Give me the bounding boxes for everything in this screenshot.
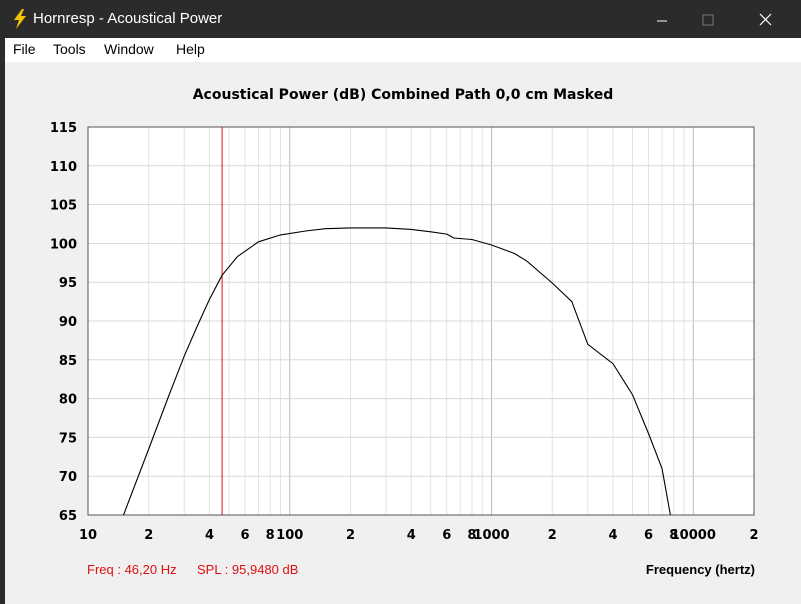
x-tick-label: 6	[644, 528, 653, 543]
x-tick-label: 2	[144, 528, 153, 543]
close-icon	[759, 13, 772, 26]
x-tick-label: 100	[276, 528, 303, 543]
x-tick-label: 10	[79, 528, 97, 543]
app-window: Hornresp - Acoustical Power File Tools W…	[5, 0, 801, 604]
power-chart[interactable]: 1151101051009590858075706510 2 4 6 8 100 2 4 6 81…	[5, 62, 801, 604]
y-tick-label: 90	[59, 315, 77, 330]
maximize-button[interactable]	[685, 0, 731, 38]
x-tick-label: 2	[548, 528, 557, 543]
menu-help[interactable]: Help	[176, 41, 205, 57]
x-tick-label: 6	[240, 528, 249, 543]
spl-readout: SPL : 95,9480 dB	[197, 562, 299, 577]
y-tick-label: 65	[59, 509, 77, 524]
lightning-icon	[14, 9, 26, 29]
menu-tools[interactable]: Tools	[53, 41, 86, 57]
y-tick-label: 105	[50, 199, 77, 214]
y-tick-label: 95	[59, 276, 77, 291]
x-tick-label: 8	[266, 528, 275, 543]
y-tick-label: 80	[59, 393, 77, 408]
freq-readout: Freq : 46,20 Hz	[87, 562, 177, 577]
y-tick-label: 70	[59, 470, 77, 485]
title-bar[interactable]: Hornresp - Acoustical Power	[5, 0, 801, 38]
y-tick-label: 115	[50, 121, 77, 136]
x-tick-label: 2	[749, 528, 758, 543]
x-axis-label: Frequency (hertz)	[645, 562, 755, 577]
menu-file[interactable]: File	[13, 41, 36, 57]
x-tick-label: 6	[442, 528, 451, 543]
x-tick-label: 2	[346, 528, 355, 543]
y-tick-label: 100	[50, 237, 77, 252]
y-tick-label: 75	[59, 431, 77, 446]
menu-bar: File Tools Window Help	[5, 38, 801, 62]
x-tick-label: 4	[407, 528, 416, 543]
y-tick-label: 85	[59, 354, 77, 369]
window-title: Hornresp - Acoustical Power	[33, 10, 223, 27]
close-button[interactable]	[743, 0, 789, 38]
maximize-icon	[702, 14, 714, 26]
menu-window[interactable]: Window	[104, 41, 154, 57]
minimize-icon	[657, 20, 667, 22]
minimize-button[interactable]	[639, 0, 685, 38]
chart-area[interactable]: Acoustical Power (dB) Combined Path 0,0 …	[5, 62, 801, 604]
y-tick-label: 110	[50, 160, 77, 175]
x-tick-label: 4	[608, 528, 617, 543]
x-tick-label: 4	[205, 528, 214, 543]
x-tick-label: 10000	[671, 528, 716, 543]
x-tick-label: 1000	[473, 528, 509, 543]
